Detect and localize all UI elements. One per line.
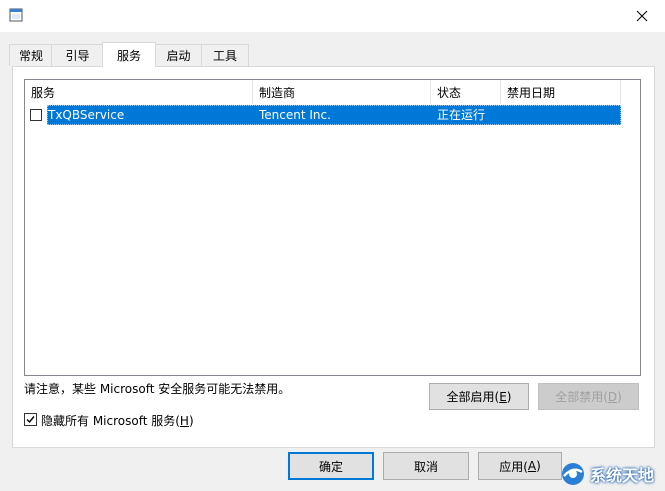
watermark-logo-icon: [562, 462, 584, 485]
cancel-button[interactable]: 取消: [383, 452, 469, 480]
service-checkbox[interactable]: [30, 109, 42, 121]
service-vendor: Tencent Inc.: [259, 108, 331, 122]
app-icon: [9, 8, 23, 22]
tab-tools[interactable]: 工具: [201, 44, 249, 66]
apply-button[interactable]: 应用(A): [478, 452, 562, 480]
hide-ms-label[interactable]: 隐藏所有 Microsoft 服务(H): [41, 412, 194, 429]
disable-all-label: 全部禁用(: [555, 390, 608, 404]
hide-ms-text: 隐藏所有 Microsoft 服务(: [41, 414, 180, 428]
close-icon: [636, 10, 648, 22]
hide-ms-suffix: ): [188, 414, 194, 428]
title-bar: [0, 0, 665, 32]
disable-all-button[interactable]: 全部禁用(D): [538, 383, 639, 410]
enable-all-button[interactable]: 全部启用(E): [429, 383, 529, 410]
disable-all-key: D: [607, 389, 618, 404]
disable-all-suffix: ): [617, 389, 622, 404]
apply-label: 应用(: [499, 459, 528, 474]
watermark: 系统天地: [560, 456, 665, 491]
ok-button[interactable]: 确定: [288, 452, 374, 480]
checkmark-icon: [26, 416, 35, 424]
column-header-vendor[interactable]: 制造商: [253, 80, 431, 104]
column-header-disabled-date[interactable]: 禁用日期: [501, 80, 621, 104]
watermark-text: 系统天地: [590, 465, 655, 485]
enable-all-key: E: [499, 389, 507, 404]
apply-suffix: ): [536, 459, 541, 473]
service-name: TxQBService: [48, 108, 125, 122]
service-status: 正在运行: [437, 108, 486, 122]
column-header-service[interactable]: 服务: [25, 80, 253, 104]
note-text: 请注意，某些 Microsoft 安全服务可能无法禁用。: [24, 382, 291, 396]
enable-all-label: 全部启用(: [446, 390, 500, 404]
tab-startup[interactable]: 启动: [154, 44, 203, 66]
tab-services[interactable]: 服务: [102, 42, 156, 67]
row-selection: [47, 105, 621, 125]
close-button[interactable]: [619, 0, 665, 32]
apply-key: A: [527, 459, 537, 473]
table-row[interactable]: TxQBService Tencent Inc. 正在运行: [25, 105, 621, 125]
tab-general[interactable]: 常规: [9, 44, 53, 66]
tab-boot[interactable]: 引导: [51, 44, 104, 66]
enable-all-suffix: ): [506, 389, 512, 404]
services-list[interactable]: 服务 制造商 状态 禁用日期 TxQBService Tencent Inc. …: [24, 79, 641, 376]
column-header-status[interactable]: 状态: [431, 80, 501, 104]
list-header: 服务 制造商 状态 禁用日期: [25, 80, 640, 104]
hide-ms-key: H: [179, 414, 189, 428]
hide-ms-checkbox[interactable]: [24, 413, 37, 426]
